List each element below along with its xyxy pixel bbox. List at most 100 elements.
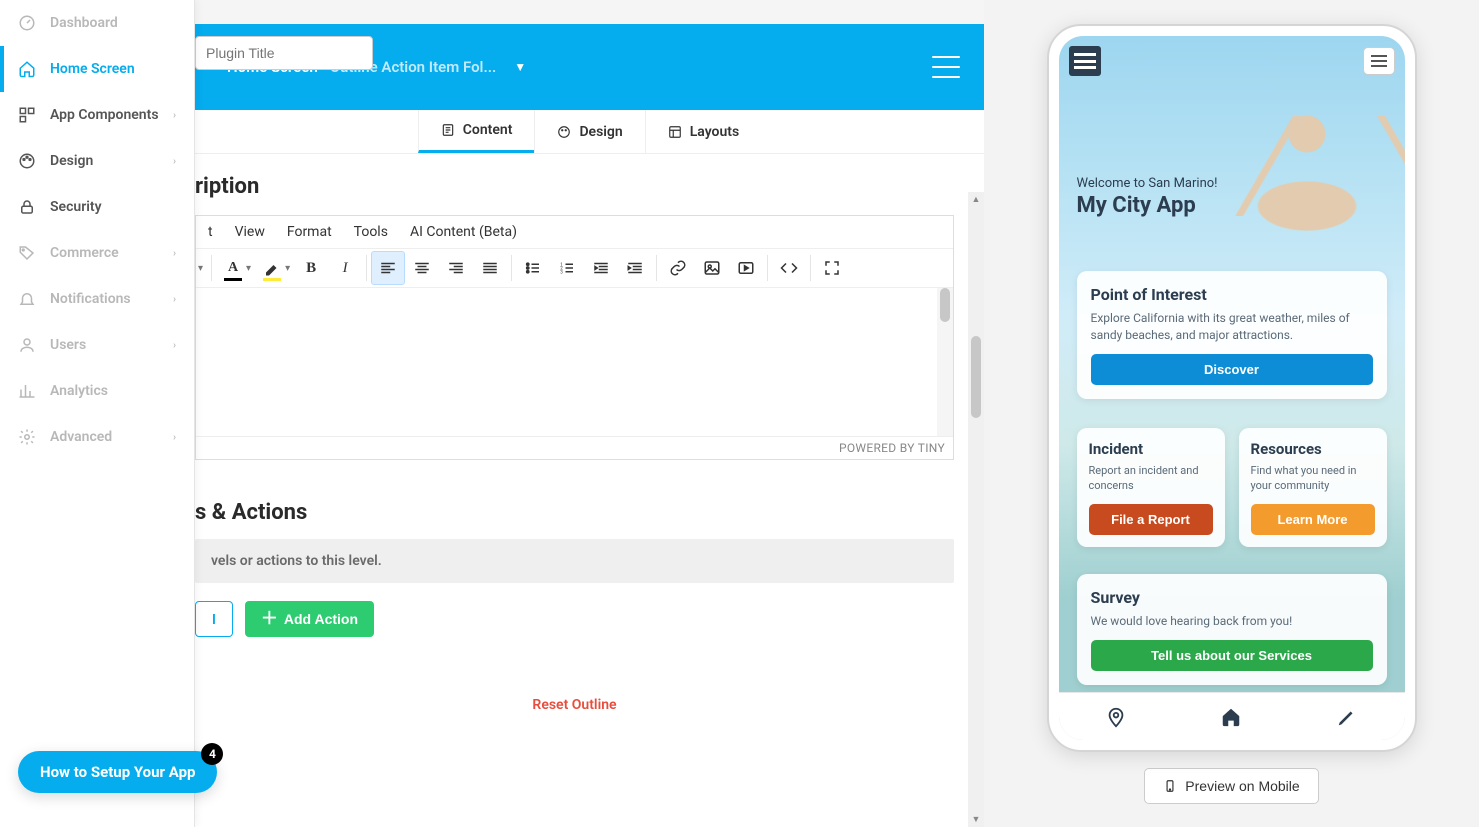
- fullscreen-button[interactable]: [815, 251, 849, 285]
- tab-label: Design: [579, 124, 622, 140]
- editor-footer: POWERED BY TINY: [196, 436, 953, 459]
- editor-menubar: t View Format Tools AI Content (Beta): [196, 216, 953, 249]
- editor-textarea[interactable]: [196, 288, 953, 436]
- menu-view[interactable]: View: [235, 224, 265, 240]
- phone-frame: Welcome to San Marino! My City App Point…: [1047, 24, 1417, 752]
- italic-button[interactable]: I: [328, 251, 362, 285]
- card-title: Point of Interest: [1091, 285, 1373, 304]
- mobile-icon: [1163, 779, 1177, 793]
- file-report-button[interactable]: File a Report: [1089, 504, 1213, 535]
- tab-design[interactable]: Design: [534, 110, 644, 153]
- separator: [767, 255, 768, 281]
- menu-edit[interactable]: t: [208, 224, 213, 240]
- description-heading: ription: [195, 154, 954, 209]
- card-survey: Survey We would love hearing back from y…: [1077, 574, 1387, 685]
- sidebar: Dashboard Home Screen App Components › D…: [0, 0, 195, 827]
- text-color-button[interactable]: A: [216, 251, 250, 285]
- plugin-title-input[interactable]: [195, 36, 373, 70]
- editor-scrollbar[interactable]: [937, 288, 953, 436]
- label: Analytics: [50, 383, 108, 399]
- gear-icon: [18, 428, 36, 446]
- preview-on-mobile-button[interactable]: Preview on Mobile: [1144, 768, 1318, 804]
- sidebar-item-commerce[interactable]: Commerce ›: [0, 230, 194, 276]
- card-body: Find what you need in your community: [1251, 464, 1375, 494]
- label: Security: [50, 199, 102, 215]
- add-level-button[interactable]: l: [195, 601, 233, 637]
- sidebar-item-notifications[interactable]: Notifications ›: [0, 276, 194, 322]
- bullet-list-button[interactable]: [516, 251, 550, 285]
- add-action-button[interactable]: ＋Add Action: [245, 601, 374, 637]
- home-icon[interactable]: [1220, 706, 1242, 728]
- header-menu-button[interactable]: [932, 56, 960, 78]
- main-scrollbar[interactable]: ▲ ▼: [968, 192, 984, 827]
- layouts-icon: [668, 125, 682, 139]
- video-button[interactable]: [729, 251, 763, 285]
- card-body: We would love hearing back from you!: [1091, 613, 1373, 630]
- align-justify-button[interactable]: [473, 251, 507, 285]
- learn-more-button[interactable]: Learn More: [1251, 504, 1375, 535]
- sidebar-item-analytics[interactable]: Analytics: [0, 368, 194, 414]
- separator: [366, 255, 367, 281]
- align-right-button[interactable]: [439, 251, 473, 285]
- reset-outline-link[interactable]: Reset Outline: [195, 697, 954, 713]
- card-title: Incident: [1089, 440, 1213, 458]
- image-button[interactable]: [695, 251, 729, 285]
- hero-text: Welcome to San Marino! My City App: [1077, 176, 1218, 218]
- bell-icon: [18, 290, 36, 308]
- scroll-down-icon[interactable]: ▼: [971, 814, 981, 825]
- content-icon: [441, 123, 455, 137]
- align-center-button[interactable]: [405, 251, 439, 285]
- caret-down-icon[interactable]: ▼: [514, 60, 526, 74]
- card-poi: Point of Interest Explore California wit…: [1077, 271, 1387, 399]
- tag-icon: [18, 244, 36, 262]
- sidebar-item-dashboard[interactable]: Dashboard: [0, 0, 194, 46]
- tab-content[interactable]: Content: [418, 110, 535, 153]
- pin-icon[interactable]: [1105, 706, 1127, 728]
- help-setup-button[interactable]: How to Setup Your App 4: [18, 751, 217, 793]
- sidebar-item-security[interactable]: Security: [0, 184, 194, 230]
- link-button[interactable]: [661, 251, 695, 285]
- palette-icon: [18, 152, 36, 170]
- bold-button[interactable]: B: [294, 251, 328, 285]
- components-icon: [18, 106, 36, 124]
- survey-button[interactable]: Tell us about our Services: [1091, 640, 1373, 671]
- format-dropdown[interactable]: ▾: [198, 263, 203, 274]
- sidebar-item-design[interactable]: Design ›: [0, 138, 194, 184]
- app-menu-button[interactable]: [1363, 47, 1395, 75]
- indent-button[interactable]: [618, 251, 652, 285]
- highlight-button[interactable]: [255, 251, 289, 285]
- preview-pane: Welcome to San Marino! My City App Point…: [984, 0, 1479, 827]
- tab-label: Content: [463, 122, 513, 138]
- sidebar-item-users[interactable]: Users ›: [0, 322, 194, 368]
- card-resources: Resources Find what you need in your com…: [1239, 428, 1387, 547]
- app-logo-icon: [1069, 46, 1101, 76]
- menu-ai-content[interactable]: AI Content (Beta): [410, 224, 517, 240]
- menu-format[interactable]: Format: [287, 224, 332, 240]
- main-content: ription t View Format Tools AI Content (…: [195, 154, 984, 827]
- outdent-button[interactable]: [584, 251, 618, 285]
- chevron-right-icon: ›: [173, 432, 176, 443]
- sidebar-item-advanced[interactable]: Advanced ›: [0, 414, 194, 460]
- scroll-thumb[interactable]: [971, 336, 981, 418]
- chevron-right-icon: ›: [173, 294, 176, 305]
- label: Notifications: [50, 291, 131, 307]
- code-button[interactable]: [772, 251, 806, 285]
- home-icon: [18, 60, 36, 78]
- label: Commerce: [50, 245, 119, 261]
- menu-tools[interactable]: Tools: [354, 224, 388, 240]
- phone-navbar: [1059, 692, 1405, 740]
- discover-button[interactable]: Discover: [1091, 354, 1373, 385]
- separator: [211, 255, 212, 281]
- number-list-button[interactable]: 123: [550, 251, 584, 285]
- pencil-icon[interactable]: [1336, 706, 1358, 728]
- separator: [656, 255, 657, 281]
- label: Users: [50, 337, 86, 353]
- label: App Components: [50, 107, 159, 123]
- lock-icon: [18, 198, 36, 216]
- tab-layouts[interactable]: Layouts: [645, 110, 761, 153]
- sidebar-item-home-screen[interactable]: Home Screen: [0, 46, 194, 92]
- align-left-button[interactable]: [371, 251, 405, 285]
- sidebar-item-app-components[interactable]: App Components ›: [0, 92, 194, 138]
- svg-text:3: 3: [560, 269, 563, 275]
- scroll-up-icon[interactable]: ▲: [971, 194, 981, 205]
